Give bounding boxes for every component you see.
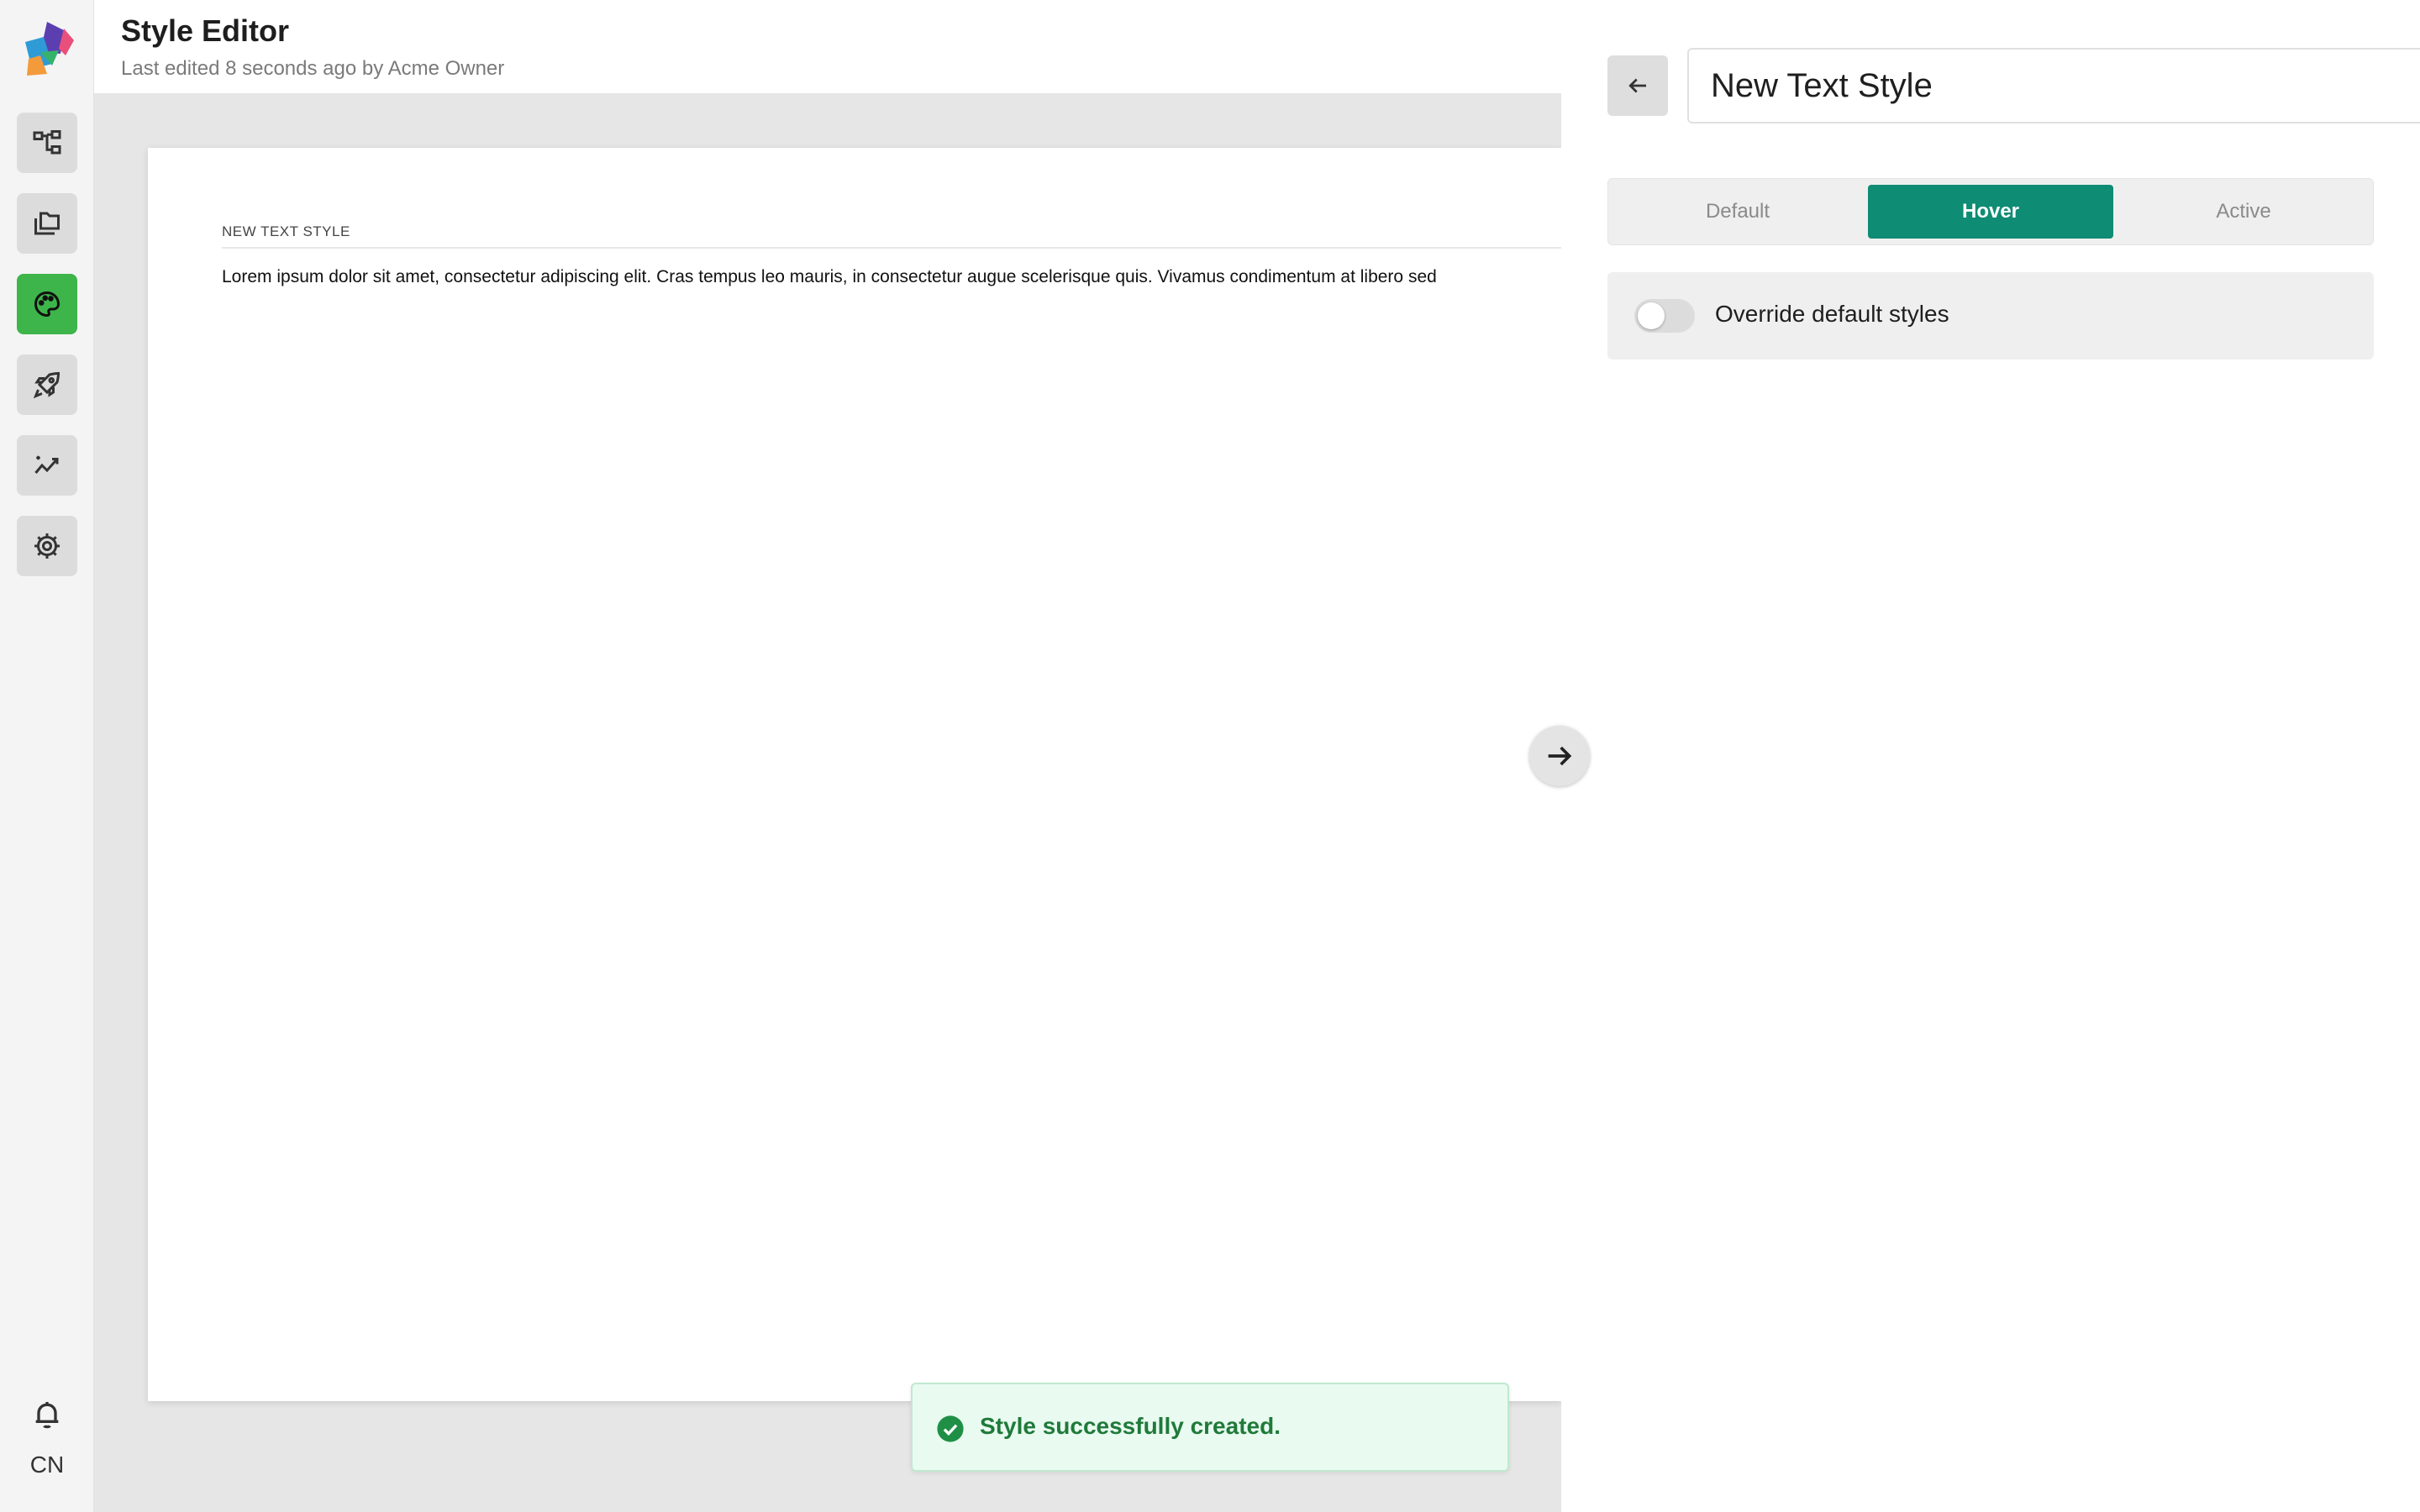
- back-button[interactable]: [1607, 55, 1668, 116]
- page-title: Style Editor: [121, 13, 290, 48]
- arrow-right-icon: [1548, 746, 1572, 766]
- arrow-left-icon: [1628, 78, 1646, 93]
- palette-icon: [34, 291, 60, 318]
- tab-hover[interactable]: Hover: [1868, 185, 2113, 239]
- preview-canvas: NEW TEXT STYLE Lorem ipsum dolor sit ame…: [94, 94, 1561, 1512]
- sitemap-button[interactable]: [17, 113, 77, 173]
- style-name-input[interactable]: [1687, 48, 2420, 123]
- state-tabs: Default Hover Active: [1607, 178, 2374, 245]
- files-button[interactable]: [17, 193, 77, 254]
- files-icon: [34, 212, 60, 235]
- publish-button[interactable]: [17, 354, 77, 415]
- app-logo[interactable]: [15, 17, 79, 79]
- tab-active[interactable]: Active: [2121, 185, 2366, 239]
- preview-page: NEW TEXT STYLE Lorem ipsum dolor sit ame…: [148, 148, 1561, 1401]
- divider: [222, 247, 1561, 249]
- page-header: Style Editor Last edited 8 seconds ago b…: [94, 0, 1561, 94]
- override-row: Override default styles: [1607, 272, 2374, 360]
- style-panel: Default Hover Active Override default st…: [1561, 0, 2420, 1512]
- style-editor-button[interactable]: [17, 274, 77, 334]
- settings-button[interactable]: [17, 516, 77, 576]
- toast-message: Style successfully created.: [980, 1413, 1281, 1439]
- rocket-icon: [33, 371, 60, 399]
- user-avatar[interactable]: CN: [0, 1452, 94, 1478]
- collapse-panel-button[interactable]: [1529, 726, 1590, 786]
- style-heading: NEW TEXT STYLE: [222, 223, 350, 239]
- analytics-icon: [34, 455, 59, 474]
- check-circle-icon: [937, 1415, 964, 1442]
- sitemap-icon: [33, 130, 61, 155]
- toggle-knob: [1638, 302, 1665, 329]
- preview-text: Lorem ipsum dolor sit amet, consectetur …: [222, 267, 1437, 286]
- tab-default[interactable]: Default: [1615, 185, 1860, 239]
- success-toast: Style successfully created.: [911, 1383, 1509, 1472]
- gear-icon: [34, 533, 60, 559]
- analytics-button[interactable]: [17, 435, 77, 496]
- last-edited-text: Last edited 8 seconds ago by Acme Owner: [121, 57, 505, 80]
- nav-rail: CN: [0, 0, 94, 1512]
- override-label: Override default styles: [1715, 301, 1949, 327]
- bell-icon[interactable]: [30, 1398, 64, 1431]
- override-toggle[interactable]: [1634, 299, 1695, 333]
